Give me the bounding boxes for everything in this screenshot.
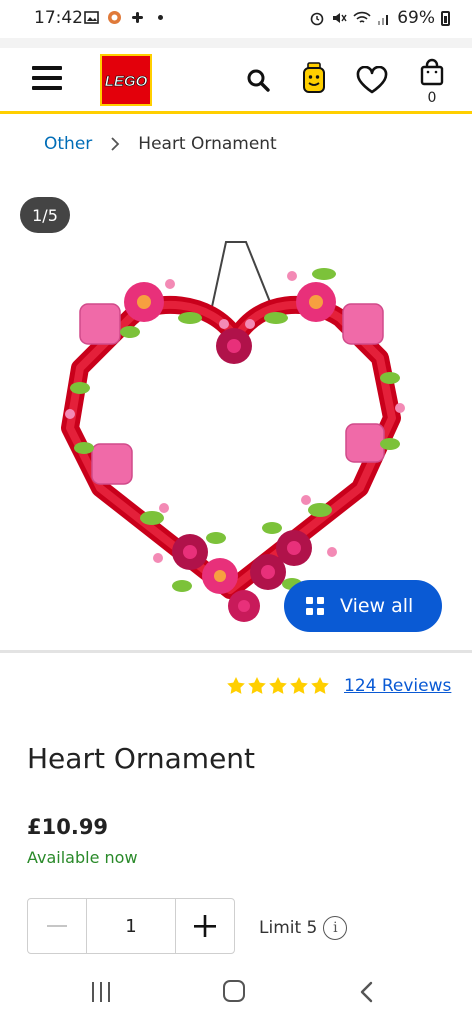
- info-icon[interactable]: i: [323, 916, 348, 940]
- app-notification-icon: [108, 11, 121, 24]
- breadcrumb-link-other[interactable]: Other: [44, 134, 92, 154]
- star-rating: [226, 676, 330, 696]
- breadcrumb: Other Heart Ornament: [44, 134, 277, 154]
- slack-notification-icon: [132, 12, 143, 23]
- lego-logo[interactable]: LEGO: [100, 54, 152, 106]
- status-time: 17:42: [34, 8, 83, 28]
- product-gallery[interactable]: 1/5 View all: [0, 178, 472, 650]
- system-status: 69%: [309, 8, 450, 28]
- availability-status: Available now: [27, 848, 138, 867]
- wishlist-heart-icon[interactable]: [356, 66, 388, 94]
- quantity-limit: Limit 5 i: [259, 916, 348, 940]
- battery-percent: 69%: [397, 8, 435, 28]
- back-button[interactable]: [357, 980, 377, 1004]
- plus-icon: [194, 915, 216, 937]
- image-notification-icon: [84, 11, 99, 24]
- notification-icons: [84, 10, 168, 25]
- wifi-icon: [353, 11, 371, 23]
- alarm-icon: [310, 12, 324, 26]
- account-icon[interactable]: [302, 62, 326, 96]
- quantity-stepper: 1: [27, 898, 235, 954]
- system-navigation-bar: [0, 964, 472, 1024]
- shopping-bag-icon[interactable]: [420, 58, 444, 86]
- star-icon: [227, 677, 245, 694]
- search-icon[interactable]: [246, 68, 270, 92]
- increase-quantity-button[interactable]: [176, 899, 234, 953]
- star-icon: [248, 677, 266, 694]
- top-divider: [0, 38, 472, 48]
- battery-icon: [441, 10, 450, 26]
- star-icon: [311, 677, 329, 694]
- minus-icon: [47, 925, 67, 927]
- gallery-divider: [0, 650, 472, 653]
- decrease-quantity-button[interactable]: [28, 899, 86, 953]
- limit-label: Limit 5: [259, 918, 318, 938]
- lego-logo-text: LEGO: [105, 73, 148, 90]
- reviews-link[interactable]: 124 Reviews: [344, 676, 451, 696]
- product-price: £10.99: [27, 815, 109, 839]
- star-icon: [290, 677, 308, 694]
- mute-icon: [333, 13, 347, 23]
- bag-count: 0: [427, 90, 437, 106]
- recent-apps-button[interactable]: [92, 982, 114, 1002]
- view-all-label: View all: [340, 595, 414, 617]
- dot-notification-icon: [158, 15, 163, 20]
- breadcrumb-current: Heart Ornament: [138, 134, 277, 154]
- lego-logo-mark: LEGO: [104, 73, 148, 91]
- product-title: Heart Ornament: [27, 742, 256, 775]
- grid-icon: [306, 597, 324, 615]
- site-header: LEGO 0: [0, 48, 472, 114]
- signal-icon: [378, 15, 389, 25]
- heart-ornament-image: [61, 241, 405, 622]
- home-button[interactable]: [223, 980, 245, 1002]
- view-all-button[interactable]: View all: [284, 580, 442, 632]
- status-bar: 17:42 69%: [0, 0, 472, 38]
- menu-icon[interactable]: [32, 66, 62, 92]
- rating: 124 Reviews: [226, 676, 451, 696]
- star-icon: [269, 677, 287, 694]
- chevron-right-icon: [111, 137, 120, 151]
- quantity-value[interactable]: 1: [86, 899, 176, 953]
